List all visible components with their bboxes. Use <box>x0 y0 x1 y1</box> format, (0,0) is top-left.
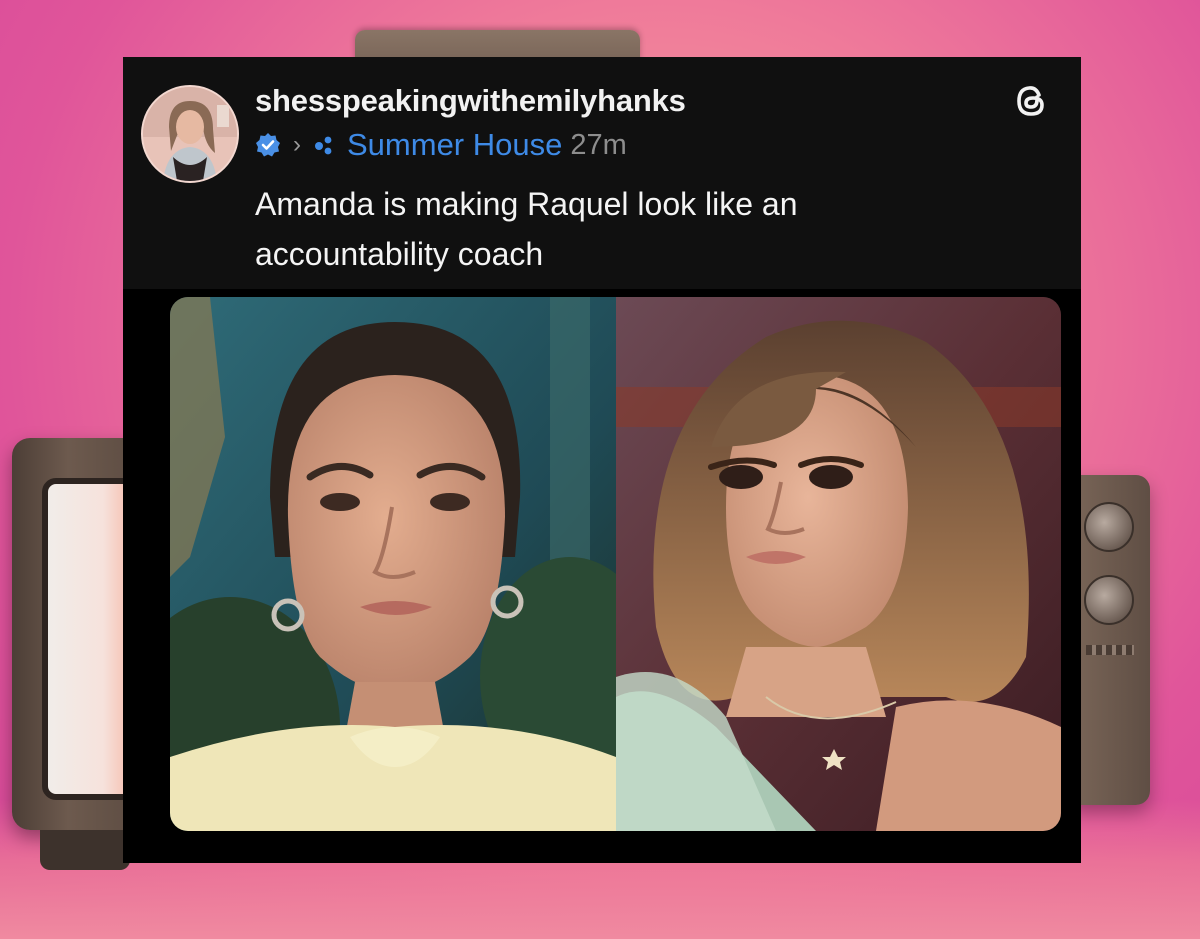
tv-knob <box>1084 575 1134 625</box>
avatar[interactable] <box>141 85 239 183</box>
community-dots-icon <box>315 136 332 155</box>
threads-logo-icon[interactable] <box>1009 79 1053 123</box>
tv-stand <box>40 830 130 870</box>
tv-knob <box>1084 502 1134 552</box>
post-header: shesspeakingwithemilyhanks › Summer Hous… <box>123 57 1081 289</box>
post-text: Amanda is making Raquel look like an acc… <box>255 186 798 272</box>
tv-grill <box>1086 645 1134 655</box>
chevron-right-icon: › <box>293 131 301 158</box>
post-photo-right[interactable] <box>616 297 1061 831</box>
post-meta: › Summer House 27m <box>255 127 627 163</box>
threads-post-card: shesspeakingwithemilyhanks › Summer Hous… <box>123 57 1081 863</box>
post-media[interactable] <box>170 297 1061 831</box>
username[interactable]: shesspeakingwithemilyhanks <box>255 83 686 119</box>
post-photo-left[interactable] <box>170 297 616 831</box>
verified-badge-icon <box>256 133 280 157</box>
community-link[interactable]: Summer House <box>347 127 562 163</box>
post-timestamp: 27m <box>570 128 627 161</box>
